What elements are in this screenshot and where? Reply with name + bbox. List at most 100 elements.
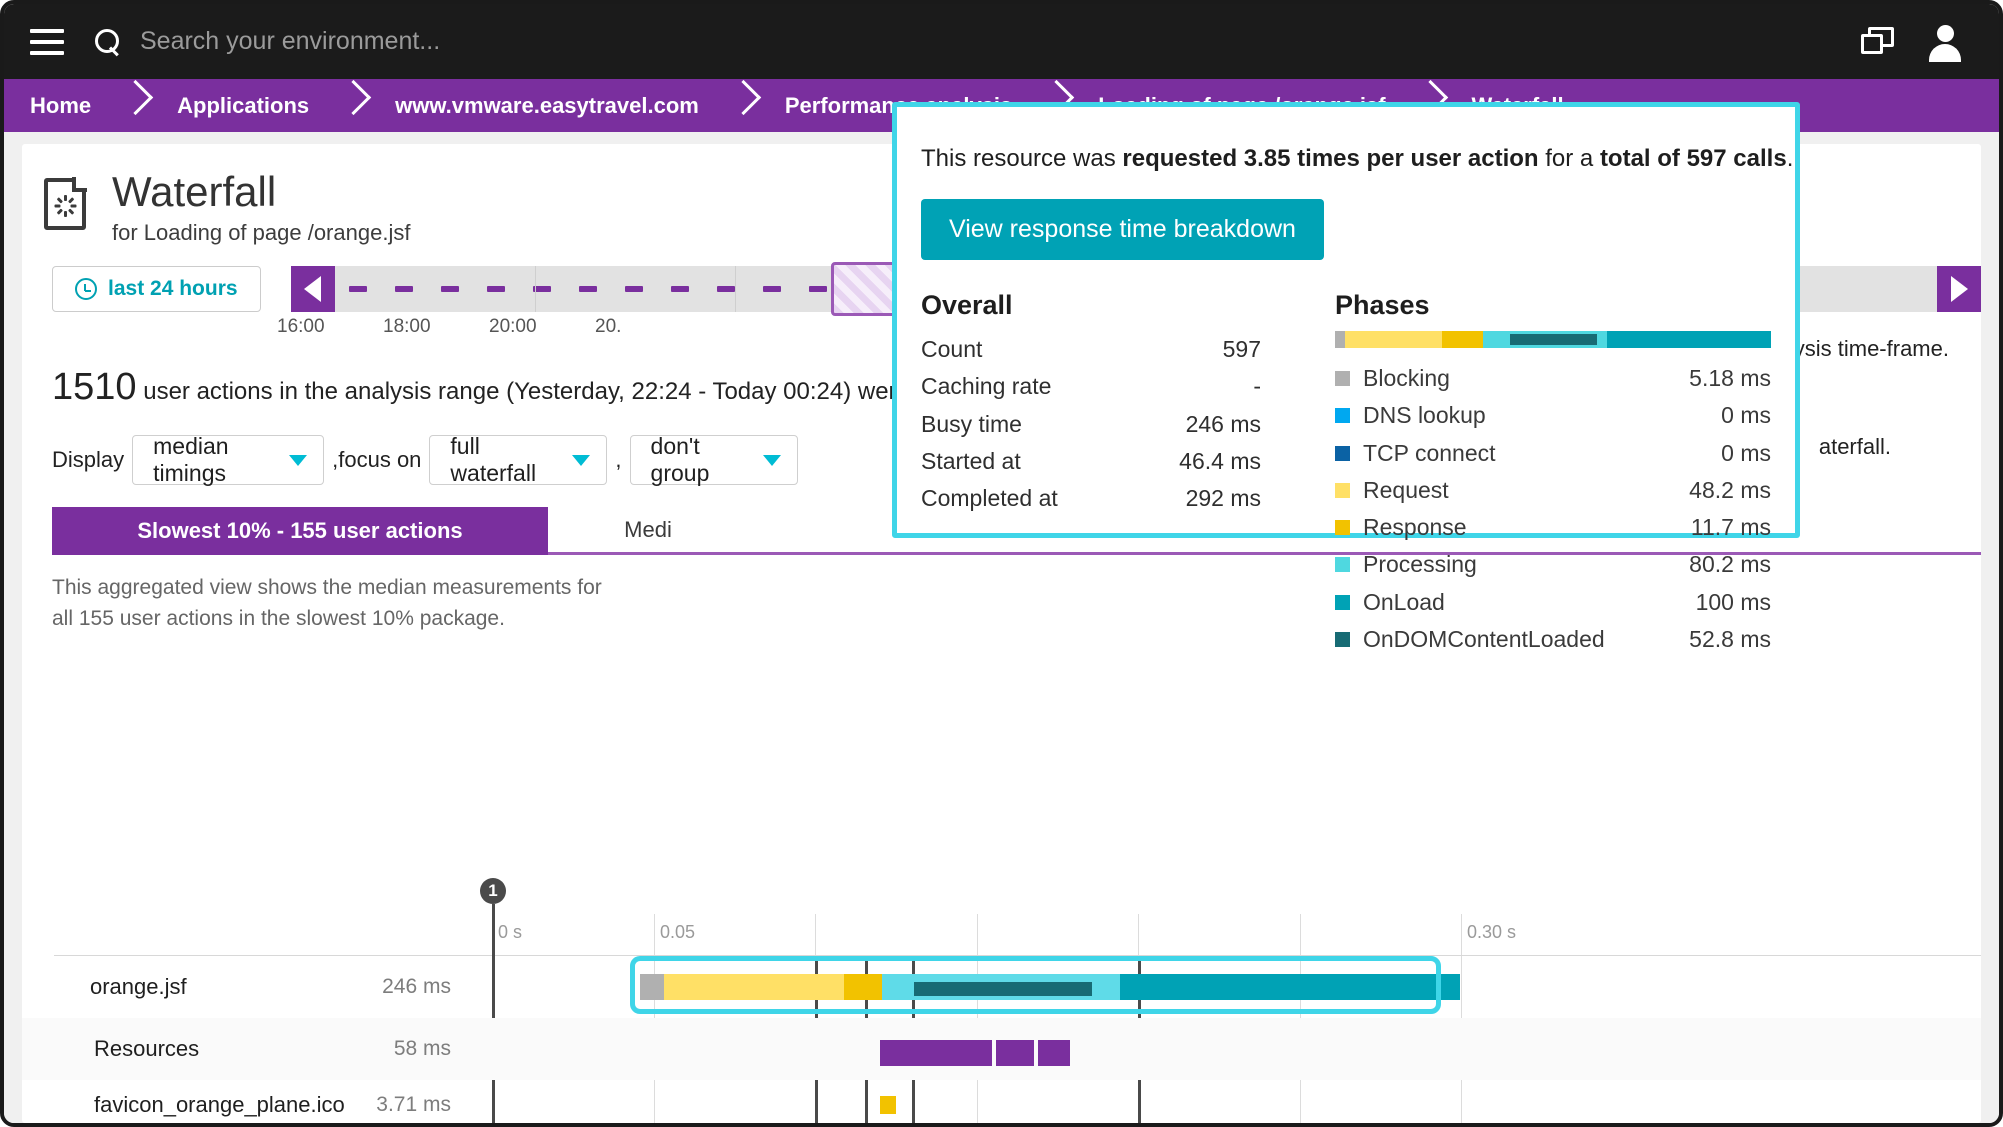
phase-legend-row: Processing 80.2 ms <box>1335 546 1771 583</box>
popover-summary-bold2: total of 597 calls <box>1599 145 1787 172</box>
phase-name: TCP connect <box>1363 439 1496 466</box>
overall-row: Busy time 246 ms <box>921 406 1261 443</box>
phase-swatch-response <box>1335 520 1350 536</box>
phase-value: 5.18 ms <box>1689 365 1771 391</box>
breadcrumb-item-host[interactable]: www.vmware.easytravel.com <box>369 79 729 132</box>
phase-segment-blocking <box>1335 331 1346 348</box>
display-timings-select[interactable]: median timings <box>132 433 325 487</box>
tab-median[interactable]: Medi <box>548 507 748 556</box>
resource-time: 246 ms <box>382 975 451 998</box>
phase-value: 48.2 ms <box>1689 476 1771 503</box>
overall-row: Completed at 292 ms <box>921 480 1261 517</box>
phase-legend-row: Request 48.2 ms <box>1335 472 1771 509</box>
overall-value: 246 ms <box>1185 410 1261 437</box>
phase-segment-response <box>1442 331 1483 348</box>
chevron-right-icon <box>339 79 369 132</box>
overall-value: 46.4 ms <box>1179 447 1261 474</box>
breadcrumb-item-applications[interactable]: Applications <box>151 79 339 132</box>
phase-segment-ondomcontentloaded <box>1510 334 1598 345</box>
top-bar <box>4 4 1999 79</box>
chevron-down-icon <box>572 454 591 466</box>
group-select[interactable]: don't group <box>629 433 798 487</box>
hamburger-icon[interactable] <box>30 28 64 55</box>
phase-swatch-ondomcontentloaded <box>1335 631 1350 647</box>
phase-name: Request <box>1363 476 1449 503</box>
page-title: Waterfall <box>112 168 277 215</box>
chevron-down-icon <box>762 454 781 466</box>
phase-swatch-onload <box>1335 594 1350 610</box>
aggregation-description-line1: This aggregated view shows the median me… <box>52 576 602 600</box>
overall-key: Busy time <box>921 410 1022 437</box>
tab-slowest-10[interactable]: Slowest 10% - 155 user actions <box>52 507 548 556</box>
phase-legend-row: DNS lookup 0 ms <box>1335 397 1771 434</box>
left-triangle-icon[interactable] <box>290 266 335 313</box>
overall-row: Caching rate - <box>921 368 1261 405</box>
phases-section: Phases Blocking 5.18 ms DNS lookup 0 ms … <box>1335 290 1771 658</box>
popover-summary-mid: for a <box>1538 145 1600 172</box>
phase-legend-row: OnLoad 100 ms <box>1335 584 1771 621</box>
chevron-right-icon <box>729 79 759 132</box>
focus-label: ,focus on <box>332 447 422 473</box>
user-icon[interactable] <box>1929 24 1961 62</box>
popover-summary-bold1: requested 3.85 times per user action <box>1122 145 1539 172</box>
overall-key: Count <box>921 336 983 362</box>
waterfall-pin-1[interactable]: 1 <box>480 878 506 904</box>
chevron-down-icon <box>289 454 308 466</box>
overall-key: Completed at <box>921 485 1058 511</box>
table-row[interactable]: favicon_orange_plane.ico 3.71 ms <box>22 1080 1981 1123</box>
table-row[interactable]: orange.jsf 246 ms <box>22 956 1981 1018</box>
phase-value: 0 ms <box>1721 402 1771 429</box>
headline-text: user actions in the analysis range (Yest… <box>143 378 944 406</box>
page-subtitle: for Loading of page /orange.jsf <box>112 220 411 246</box>
phase-segment-processing <box>1482 331 1608 348</box>
overall-row: Started at 46.4 ms <box>921 443 1261 480</box>
phase-name: Blocking <box>1363 365 1450 391</box>
waterfall-axis: 0 s 0.05 0.30 s 1 <box>22 878 1981 1123</box>
resource-time: 58 ms <box>393 1037 451 1060</box>
phase-name: OnDOMContentLoaded <box>1363 625 1605 652</box>
axis-label-005: 0.05 <box>660 922 696 942</box>
axis-label-030: 0.30 s <box>1467 922 1517 942</box>
right-triangle-icon[interactable] <box>1937 266 1981 313</box>
axis-label-0s: 0 s <box>498 922 523 942</box>
view-response-time-breakdown-button[interactable]: View response time breakdown <box>921 199 1324 260</box>
focus-select[interactable]: full waterfall <box>429 433 608 486</box>
display-timings-value: median timings <box>153 433 229 487</box>
popover-summary-end: . <box>1786 145 1794 172</box>
overall-value: 597 <box>1222 336 1261 362</box>
headline-tail-waterfall: aterfall. <box>1818 434 1891 459</box>
resource-name: Resources <box>94 1036 200 1061</box>
group-value: don't group <box>650 433 710 487</box>
phase-swatch-request <box>1335 482 1350 498</box>
popover-summary-pre: This resource was <box>921 145 1123 172</box>
overall-value: - <box>1253 373 1261 400</box>
phase-name: OnLoad <box>1363 588 1445 615</box>
phase-value: 52.8 ms <box>1689 625 1771 652</box>
waterfall-chart: 0 s 0.05 0.30 s 1 orange.jsf 246 ms Reso… <box>22 878 1981 1123</box>
phase-swatch-processing <box>1335 557 1350 573</box>
comma-separator: , <box>615 447 622 473</box>
breadcrumb-item-home[interactable]: Home <box>4 79 121 132</box>
table-row[interactable]: Resources 58 ms <box>22 1018 1981 1080</box>
phase-swatch-blocking <box>1335 371 1350 387</box>
display-label: Display <box>52 447 125 473</box>
resource-time: 3.71 ms <box>376 1093 451 1116</box>
timeframe-selector[interactable]: last 24 hours <box>52 266 261 313</box>
windows-icon[interactable] <box>1861 26 1895 57</box>
resource-detail-popover: This resource was requested 3.85 times p… <box>892 102 1800 652</box>
tf-time-label: 18:00 <box>383 316 431 338</box>
search-input[interactable] <box>140 27 740 56</box>
tf-time-label: 20:00 <box>489 316 537 338</box>
app-window: Home Applications www.vmware.easytravel.… <box>0 0 2003 1127</box>
chevron-right-icon <box>121 79 151 132</box>
phases-stacked-bar <box>1335 331 1771 348</box>
phase-swatch-tcp-connect <box>1335 445 1350 461</box>
popover-summary: This resource was requested 3.85 times p… <box>897 107 1795 173</box>
clock-icon <box>75 278 97 301</box>
phase-value: 0 ms <box>1721 439 1771 466</box>
search-icon[interactable] <box>92 27 122 57</box>
phase-segment-request <box>1345 331 1443 348</box>
phase-name: DNS lookup <box>1363 402 1486 429</box>
phase-value: 11.7 ms <box>1690 514 1771 540</box>
phase-value: 100 ms <box>1695 588 1771 615</box>
